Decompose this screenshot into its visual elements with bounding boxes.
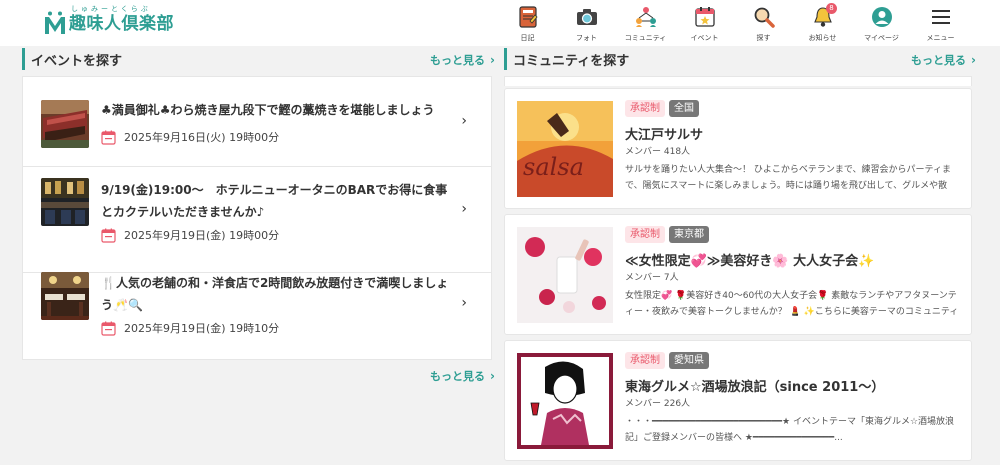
nav-label: メニュー <box>926 34 955 42</box>
event-thumbnail <box>41 272 89 320</box>
diary-icon <box>515 4 541 30</box>
more-link-label: もっと見る <box>430 54 485 67</box>
chevron-right-icon: › <box>461 295 467 311</box>
calendar-icon <box>101 321 116 336</box>
community-name: 大江戸サルサ <box>625 128 704 143</box>
chevron-right-icon: › <box>490 369 495 383</box>
event-date-text: 2025年9月19日(金) 19時10分 <box>124 322 280 335</box>
nav-label: フォト <box>576 34 597 42</box>
community-description: ・・・━━━━━━━━━━━━━━━━━━━━━━━━★ イベントテーマ「東海グ… <box>625 417 955 443</box>
more-link-label: もっと見る <box>911 54 966 67</box>
event-row[interactable]: ♣満員御礼♣わら焼き屋九段下で鰹の藁焼きを堪能しましょう 2025年9月16日(… <box>23 77 491 167</box>
nav-photo[interactable]: フォト <box>557 4 616 43</box>
more-link-label: もっと見る <box>430 370 485 383</box>
events-more-link[interactable]: もっと見る › <box>430 52 495 68</box>
community-name: ≪女性限定💞≫美容好き🌸 大人女子会✨ <box>625 254 875 269</box>
community-thumbnail: salsa <box>517 101 613 197</box>
logo-text: 趣味人倶楽部 <box>69 14 174 34</box>
logo-ruby: しゅみーとくらぶ <box>71 5 151 13</box>
community-list-top <box>504 76 972 86</box>
section-accent-bar <box>22 48 25 70</box>
nav-diary[interactable]: 日記 <box>498 4 557 43</box>
community-description: 女性限定💞 🌹美容好き40〜60代の大人女子会🌹 素敵なランチやアフタヌーンティ… <box>625 291 959 317</box>
nav-label: お知らせ <box>808 34 837 42</box>
nav-menu[interactable]: メニュー <box>911 4 970 43</box>
event-row[interactable]: 9/19(金)19:00～ ホテルニューオータニのBARでお得に食事とカクテルい… <box>23 167 491 273</box>
search-icon <box>751 4 777 30</box>
nav-label: コミュニティ <box>624 34 667 42</box>
section-accent-bar <box>504 48 507 70</box>
event-title: ♣満員御礼♣わら焼き屋九段下で鰹の藁焼きを堪能しましょう <box>101 103 435 117</box>
camera-icon <box>574 4 600 30</box>
event-date: 2025年9月16日(火) 19時00分 <box>101 129 279 145</box>
community-card[interactable]: 承認制 東京都 ≪女性限定💞≫美容好き🌸 大人女子会✨ メンバー 7人 女性限定… <box>504 214 972 335</box>
area-tag: 東京都 <box>669 226 709 243</box>
communities-section-title: コミュニティを探す <box>513 53 630 69</box>
chevron-right-icon: › <box>461 113 467 129</box>
community-members: メンバー 418人 <box>625 147 691 157</box>
community-members: メンバー 226人 <box>625 399 691 409</box>
logo-mark-icon <box>44 11 66 35</box>
nav-mypage[interactable]: マイページ <box>852 4 911 43</box>
event-title: 🍴人気の老舗の和・洋食店で2時間飲み放題付きで満喫しましょう🥂🔍 <box>101 276 449 312</box>
nav-search[interactable]: 探す <box>734 4 793 43</box>
nav-label: 探す <box>756 34 771 42</box>
community-members: メンバー 7人 <box>625 273 679 283</box>
nav-label: マイページ <box>864 34 899 42</box>
community-tags: 承認制 全国 <box>625 100 703 117</box>
events-section-title: イベントを探す <box>31 53 123 69</box>
community-thumbnail <box>517 353 613 449</box>
top-header: しゅみーとくらぶ 趣味人倶楽部 日記 フォト コミュニティ イベント 探す 8 … <box>0 0 1000 46</box>
community-description: サルサを踊りたい人大集合～！ ひよこからベテランまで、練習会からパーティまで、陽… <box>625 165 951 191</box>
mypage-avatar-icon <box>869 4 895 30</box>
community-tags: 承認制 愛知県 <box>625 352 713 369</box>
communities-section-header: コミュニティを探す <box>504 47 629 71</box>
approval-tag: 承認制 <box>625 100 665 117</box>
approval-tag: 承認制 <box>625 352 665 369</box>
community-card[interactable]: salsa 承認制 全国 大江戸サルサ メンバー 418人 サルサを踊りたい人大… <box>504 88 972 209</box>
communities-more-link[interactable]: もっと見る › <box>911 52 976 68</box>
area-tag: 愛知県 <box>669 352 709 369</box>
global-nav: 日記 フォト コミュニティ イベント 探す 8 お知らせ マイページ メニュー <box>498 3 970 43</box>
nav-event[interactable]: イベント <box>675 4 734 43</box>
nav-community[interactable]: コミュニティ <box>616 4 675 43</box>
chevron-right-icon: › <box>971 53 976 67</box>
event-thumbnail <box>41 100 89 148</box>
event-date-text: 2025年9月19日(金) 19時00分 <box>124 229 280 242</box>
calendar-icon <box>101 228 116 243</box>
notice-badge: 8 <box>826 3 837 14</box>
community-name: 東海グルメ☆酒場放浪記（since 2011～） <box>625 380 885 395</box>
site-logo[interactable]: しゅみーとくらぶ 趣味人倶楽部 <box>44 5 174 35</box>
event-date: 2025年9月19日(金) 19時00分 <box>101 227 279 243</box>
chevron-right-icon: › <box>461 201 467 217</box>
events-section-header: イベントを探す <box>22 47 122 71</box>
events-more-link-bottom[interactable]: もっと見る › <box>430 368 495 384</box>
event-date-text: 2025年9月16日(火) 19時00分 <box>124 131 280 144</box>
event-thumbnail <box>41 178 89 226</box>
approval-tag: 承認制 <box>625 226 665 243</box>
nav-label: 日記 <box>520 34 535 42</box>
chevron-right-icon: › <box>490 53 495 67</box>
event-list: ♣満員御礼♣わら焼き屋九段下で鰹の藁焼きを堪能しましょう 2025年9月16日(… <box>22 76 492 360</box>
community-thumbnail <box>517 227 613 323</box>
community-card[interactable]: 承認制 愛知県 東海グルメ☆酒場放浪記（since 2011～） メンバー 22… <box>504 340 972 461</box>
svg-text:salsa: salsa <box>523 153 584 181</box>
event-date: 2025年9月19日(金) 19時10分 <box>101 320 279 336</box>
nav-label: イベント <box>690 34 719 42</box>
event-calendar-icon <box>692 4 718 30</box>
community-icon <box>633 4 659 30</box>
community-tags: 承認制 東京都 <box>625 226 713 243</box>
event-title: 9/19(金)19:00～ ホテルニューオータニのBARでお得に食事とカクテルい… <box>101 183 448 219</box>
nav-notice[interactable]: 8 お知らせ <box>793 3 852 43</box>
area-tag: 全国 <box>669 100 699 117</box>
event-row[interactable]: 🍴人気の老舗の和・洋食店で2時間飲み放題付きで満喫しましょう🥂🔍 2025年9月… <box>23 272 491 359</box>
calendar-icon <box>101 130 116 145</box>
hamburger-menu-icon <box>928 4 954 30</box>
